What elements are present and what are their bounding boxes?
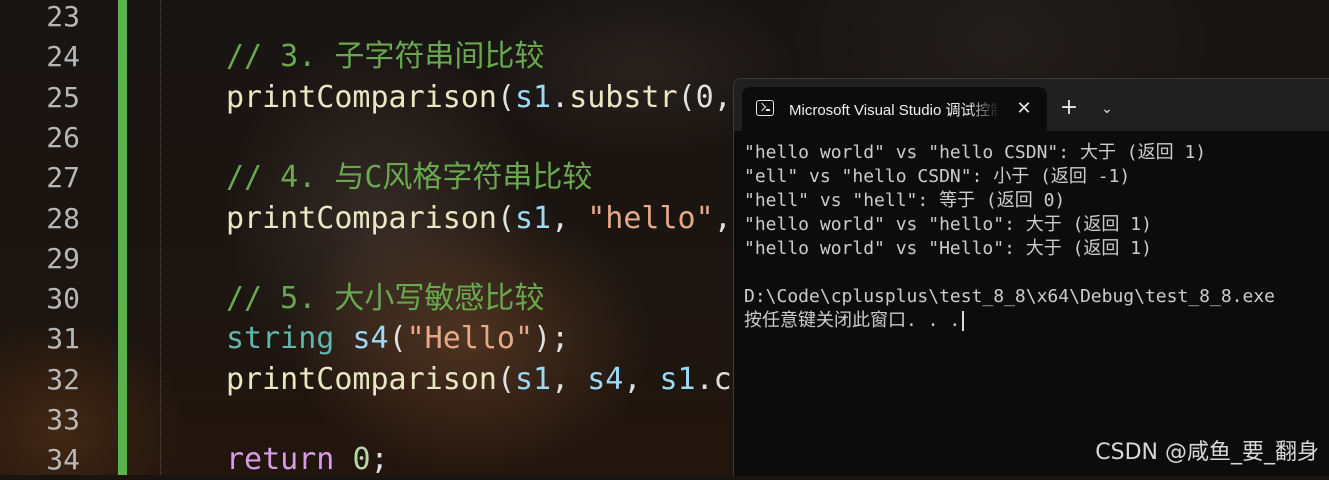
tab-title: Microsoft Visual Studio 调试控制台	[789, 102, 999, 119]
line-number: 27	[46, 161, 80, 195]
code-token: s1	[515, 79, 552, 115]
close-tab-button[interactable]: ✕	[1012, 97, 1036, 121]
code-line[interactable]: return 0;	[226, 440, 389, 480]
terminal-icon	[756, 100, 774, 116]
console-line: D:\Code\cplusplus\test_8_8\x64\Debug\tes…	[744, 285, 1275, 309]
console-line: "hello world" vs "Hello": 大于 (返回 1)	[744, 237, 1152, 261]
code-token: s4	[352, 321, 389, 357]
code-token: );	[533, 321, 570, 357]
code-line[interactable]: // 5. 大小写敏感比较	[226, 279, 544, 319]
text-cursor	[962, 311, 965, 331]
code-token: s1	[515, 200, 552, 236]
code-token: (0,	[677, 79, 732, 115]
code-token: // 4. 与C风格字符串比较	[226, 160, 593, 196]
console-line: "ell" vs "hello CSDN": 小于 (返回 -1)	[744, 165, 1130, 189]
line-number: 29	[46, 241, 80, 275]
code-line[interactable]: // 3. 子字符串间比较	[226, 37, 544, 77]
code-token: (	[496, 361, 515, 397]
console-text: "hello world" vs "hello": 大于 (返回 1)	[744, 214, 1152, 235]
terminal-window[interactable]: Microsoft Visual Studio 调试控制台 ✕ + ⌄ "hel…	[733, 78, 1329, 476]
code-token: printComparison	[226, 361, 497, 397]
new-tab-button[interactable]: +	[1056, 95, 1082, 121]
console-line: "hello world" vs "hello": 大于 (返回 1)	[744, 213, 1152, 237]
console-line: "hell" vs "hell": 等于 (返回 0)	[744, 189, 1065, 213]
console-line: 按任意键关闭此窗口. . .	[744, 309, 965, 333]
line-number: 25	[46, 80, 80, 114]
terminal-tab[interactable]: Microsoft Visual Studio 调试控制台 ✕	[742, 87, 1047, 131]
line-number: 28	[46, 201, 80, 235]
code-line[interactable]: printComparison(s1, s4, s1.c	[226, 360, 732, 400]
code-token: .	[551, 79, 570, 115]
code-token: ;	[370, 442, 389, 478]
code-token: s4	[587, 361, 624, 397]
console-text: "ell" vs "hello CSDN": 小于 (返回 -1)	[744, 166, 1131, 187]
code-line[interactable]: // 4. 与C风格字符串比较	[226, 158, 592, 198]
line-number: 31	[46, 322, 80, 356]
console-text: "hello world" vs "Hello": 大于 (返回 1)	[744, 238, 1152, 259]
code-token: printComparison	[226, 79, 497, 115]
code-token: 0	[352, 442, 371, 478]
code-token: ,	[551, 200, 588, 236]
code-token: "hello"	[587, 200, 714, 236]
terminal-titlebar[interactable]: Microsoft Visual Studio 调试控制台 ✕ + ⌄	[734, 79, 1329, 131]
code-token: s1	[515, 361, 552, 397]
console-text: "hell" vs "hell": 等于 (返回 0)	[744, 190, 1066, 211]
chevron-down-icon[interactable]: ⌄	[1094, 96, 1120, 122]
code-token: "Hello"	[406, 321, 534, 357]
line-number: 33	[46, 403, 80, 436]
code-line[interactable]: printComparison(s1, "hello",	[226, 199, 732, 239]
console-text: "hello world" vs "hello CSDN": 大于 (返回 1)	[744, 142, 1207, 163]
code-token: (	[496, 79, 515, 115]
code-line[interactable]: printComparison(s1.substr(0,	[226, 78, 732, 118]
code-token: printComparison	[226, 200, 497, 236]
code-token: ,	[551, 361, 588, 397]
code-token: return	[226, 442, 335, 478]
code-token: (	[388, 321, 407, 357]
line-number: 34	[46, 443, 80, 477]
code-token: ,	[623, 361, 660, 397]
code-token: string	[226, 321, 335, 357]
console-text: 按任意键关闭此窗口. . .	[744, 310, 961, 331]
console-text: D:\Code\cplusplus\test_8_8\x64\Debug\tes…	[744, 286, 1276, 307]
line-number: 32	[46, 362, 80, 396]
indent-guide	[160, 0, 161, 475]
line-number: 30	[46, 282, 80, 316]
line-number: 26	[46, 120, 80, 154]
code-token: s1	[659, 361, 696, 397]
console-line: "hello world" vs "hello CSDN": 大于 (返回 1)	[744, 141, 1206, 165]
line-number-gutter: 23 24 25 26 27 28 29 30 31 32 33 34	[0, 0, 120, 476]
code-token: // 5. 大小写敏感比较	[226, 281, 545, 317]
line-number: 24	[46, 40, 80, 74]
code-token: (	[496, 200, 515, 236]
code-line[interactable]: string s4("Hello");	[226, 319, 569, 359]
code-token: // 3. 子字符串间比较	[226, 39, 545, 75]
code-token: substr	[569, 79, 678, 115]
watermark: CSDN @咸鱼_要_翻身	[1095, 440, 1319, 465]
code-token: .c	[695, 361, 732, 397]
line-number: 23	[46, 0, 80, 33]
change-indicator-bar	[118, 0, 127, 475]
code-token: ,	[713, 200, 732, 236]
